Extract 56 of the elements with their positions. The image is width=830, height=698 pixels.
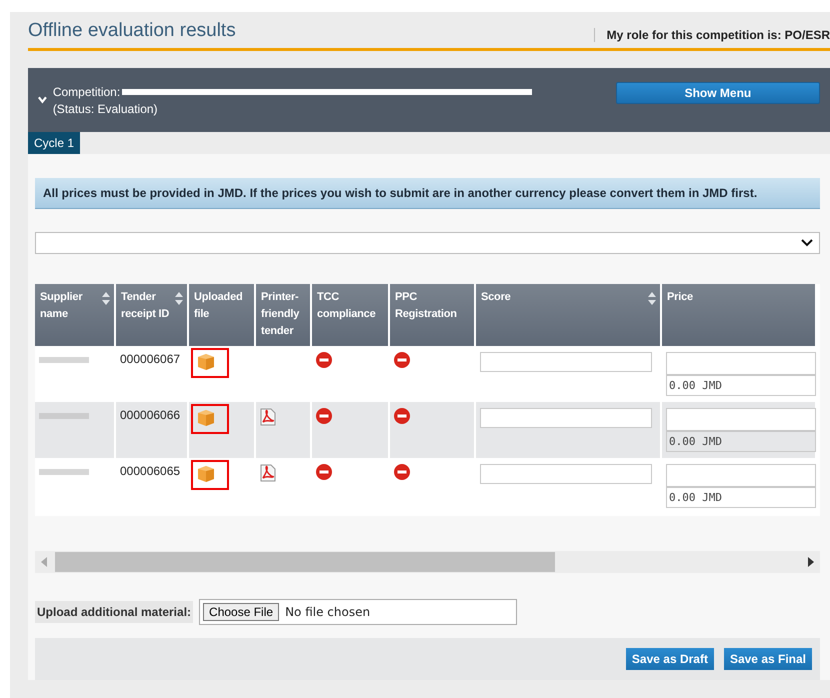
no-entry-icon — [394, 352, 410, 368]
save-button[interactable]: Save as Final — [724, 648, 812, 670]
pdf-icon[interactable] — [260, 408, 276, 426]
box-icon[interactable] — [197, 409, 215, 427]
column-header: PPC Registration — [389, 284, 475, 346]
column-header: Uploaded file — [188, 284, 255, 346]
save-button[interactable]: Save as Draft — [626, 648, 714, 670]
no-entry-icon — [316, 464, 332, 480]
no-entry-icon — [394, 464, 410, 480]
redaction-mark — [39, 413, 89, 419]
sort-icon[interactable] — [648, 292, 656, 305]
tender-id: 000006066 — [120, 408, 180, 422]
price-field[interactable] — [666, 408, 816, 432]
competition-label: Competition: — [52, 84, 120, 98]
score-field[interactable] — [480, 408, 652, 428]
box-icon[interactable] — [197, 465, 215, 483]
upload-label: Upload additional material: — [35, 601, 194, 623]
currency-notice: All prices must be provided in JMD. If the prices you wish to submit are in another currency please convert them in JMD first. — [35, 178, 820, 209]
role-text: My role for this competition is: PO/ESR — [594, 28, 830, 42]
score-field[interactable] — [480, 464, 652, 484]
price-field[interactable] — [666, 352, 816, 376]
column-header[interactable]: Tender receipt ID — [115, 284, 188, 346]
chevron-down-icon[interactable] — [801, 239, 813, 247]
redaction-mark — [39, 357, 89, 363]
tender-id: 000006067 — [120, 352, 180, 366]
tender-id: 000006065 — [120, 464, 180, 478]
sort-icon[interactable] — [175, 292, 183, 305]
column-header: Price — [661, 284, 816, 346]
choose-file-button[interactable]: Choose File — [203, 603, 280, 621]
cycle-tab[interactable]: Cycle 1 — [28, 132, 80, 154]
column-header: Printer-friendly tender — [255, 284, 311, 346]
redaction-mark — [39, 469, 89, 475]
pdf-icon[interactable] — [260, 464, 276, 482]
no-entry-icon — [394, 408, 410, 424]
price-currency: 0.00 JMD — [666, 488, 816, 508]
scrollbar-thumb[interactable] — [55, 552, 555, 572]
price-currency: 0.00 JMD — [666, 432, 816, 452]
score-field[interactable] — [480, 352, 652, 372]
scroll-left-icon[interactable] — [41, 557, 47, 567]
column-header[interactable]: Score — [475, 284, 661, 346]
page-title: Offline evaluation results — [28, 20, 236, 42]
file-status: No file chosen — [285, 605, 370, 619]
price-currency: 0.00 JMD — [666, 376, 816, 396]
sort-icon[interactable] — [102, 292, 110, 305]
no-entry-icon — [316, 408, 332, 424]
horizontal-scrollbar[interactable] — [35, 551, 820, 573]
column-header: TCC compliance — [311, 284, 389, 346]
status-text: (Status: Evaluation) — [52, 102, 159, 116]
no-entry-icon — [316, 352, 332, 368]
box-icon[interactable] — [197, 353, 215, 371]
file-input[interactable]: Choose File No file chosen — [199, 599, 518, 625]
show-menu-button[interactable]: Show Menu — [616, 82, 820, 104]
scroll-right-icon[interactable] — [808, 557, 814, 567]
chevron-icon[interactable] — [38, 96, 47, 104]
column-header[interactable]: Supplier name — [35, 284, 115, 346]
price-field[interactable] — [666, 464, 816, 488]
